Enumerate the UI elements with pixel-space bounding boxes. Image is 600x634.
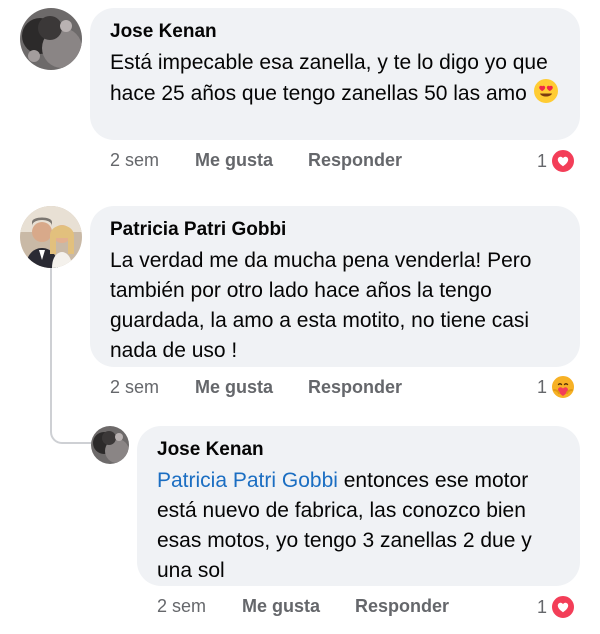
like-button[interactable]: Me gusta [242, 596, 355, 617]
love-reaction-icon [551, 149, 576, 173]
reply-actions: 2 sem Me gusta Responder [157, 596, 449, 617]
care-reaction-icon [551, 375, 576, 399]
reaction-summary[interactable]: 1 [537, 375, 576, 399]
reaction-count: 1 [537, 150, 548, 171]
reply-button[interactable]: Responder [355, 596, 449, 617]
love-reaction-icon [551, 595, 576, 619]
avatar[interactable] [20, 8, 82, 70]
like-button[interactable]: Me gusta [195, 150, 308, 171]
heart-eyes-emoji-icon [533, 78, 559, 104]
reaction-summary[interactable]: 1 [537, 595, 576, 619]
reaction-summary[interactable]: 1 [537, 149, 576, 173]
comment-actions: 2 sem Me gusta Responder [110, 377, 402, 398]
reply-author[interactable]: Jose Kenan [157, 438, 562, 462]
reaction-count: 1 [537, 596, 548, 617]
comment-timestamp[interactable]: 2 sem [110, 150, 195, 171]
reply-text: Patricia Patri Gobbi entonces ese motor … [157, 469, 532, 582]
reaction-count: 1 [537, 376, 548, 397]
reply-timestamp[interactable]: 2 sem [157, 596, 242, 617]
comment-actions: 2 sem Me gusta Responder [110, 150, 402, 171]
comment-bubble: Jose Kenan Está impecable esa zanella, y… [90, 8, 580, 140]
comment-timestamp[interactable]: 2 sem [110, 377, 195, 398]
reply-button[interactable]: Responder [308, 377, 402, 398]
comment-text: La verdad me da mucha pena venderla! Per… [110, 249, 532, 362]
like-button[interactable]: Me gusta [195, 377, 308, 398]
avatar[interactable] [91, 426, 129, 464]
comment-author[interactable]: Patricia Patri Gobbi [110, 218, 562, 242]
reply-button[interactable]: Responder [308, 150, 402, 171]
comment-bubble: Patricia Patri Gobbi La verdad me da muc… [90, 206, 580, 367]
thread-connector [50, 268, 92, 444]
comment-text: Está impecable esa zanella, y te lo digo… [110, 48, 562, 109]
mention-link[interactable]: Patricia Patri Gobbi [157, 469, 338, 492]
comment-author[interactable]: Jose Kenan [110, 20, 562, 44]
avatar[interactable] [20, 206, 82, 268]
reply-bubble: Jose Kenan Patricia Patri Gobbi entonces… [137, 426, 580, 586]
